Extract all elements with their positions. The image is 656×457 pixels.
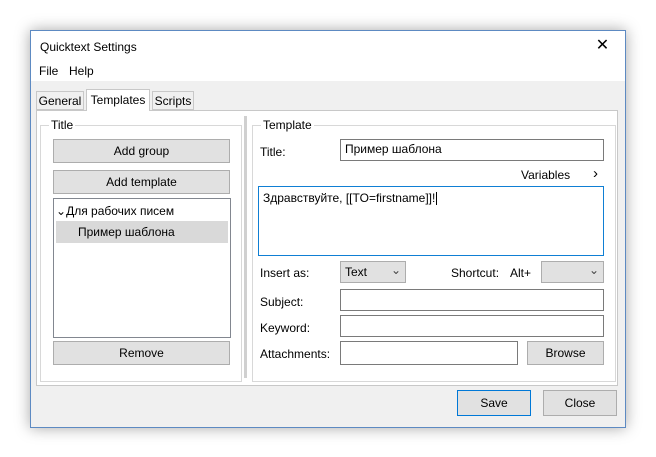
title-field-label: Title: — [260, 145, 286, 159]
tree-item-label: Пример шаблона — [78, 225, 175, 239]
close-window-icon[interactable]: ✕ — [580, 31, 625, 61]
attachments-label: Attachments: — [260, 347, 331, 361]
tree-group-row[interactable]: ⌄Для рабочих писем — [56, 204, 174, 218]
tree-group-label: Для рабочих писем — [66, 204, 175, 218]
chevron-down-icon: ⌄ — [588, 263, 599, 277]
keyword-label: Keyword: — [260, 321, 311, 335]
template-body-textarea[interactable]: Здравствуйте, [[TO=firstname]]! — [258, 186, 604, 256]
title-field[interactable]: Пример шаблона — [340, 139, 604, 161]
insert-as-value: Text — [345, 265, 368, 279]
chevron-down-icon[interactable]: ⌄ — [56, 204, 66, 218]
chevron-right-icon[interactable]: › — [593, 165, 598, 182]
add-template-button[interactable]: Add template — [53, 170, 230, 194]
close-button[interactable]: Close — [543, 390, 617, 416]
panel-splitter[interactable] — [244, 116, 247, 378]
chevron-down-icon: ⌄ — [390, 263, 401, 277]
browse-button[interactable]: Browse — [527, 341, 604, 365]
save-button[interactable]: Save — [457, 390, 531, 416]
tab-scripts[interactable]: Scripts — [152, 91, 194, 110]
keyword-field[interactable] — [340, 315, 604, 337]
insert-as-label: Insert as: — [260, 266, 310, 280]
window-title: Quicktext Settings — [40, 40, 137, 54]
variables-label[interactable]: Variables — [521, 168, 570, 182]
shortcut-label: Shortcut: — [451, 266, 500, 280]
subject-field[interactable] — [340, 289, 604, 311]
menu-help[interactable]: Help — [69, 64, 94, 78]
template-tree[interactable]: ⌄Для рабочих писем Пример шаблона — [53, 198, 231, 338]
menu-file[interactable]: File — [39, 64, 58, 78]
tab-templates[interactable]: Templates — [86, 89, 150, 111]
remove-button[interactable]: Remove — [53, 341, 230, 365]
insert-as-select[interactable]: Text ⌄ — [340, 261, 406, 283]
text-caret — [436, 192, 438, 206]
add-group-button[interactable]: Add group — [53, 139, 230, 163]
title-bar: Quicktext Settings ✕ — [31, 31, 625, 61]
tab-general[interactable]: General — [36, 91, 84, 110]
template-body-text: Здравствуйте, [[TO=firstname]]! — [263, 191, 436, 205]
shortcut-prefix: Alt+ — [510, 266, 532, 280]
template-group-legend: Template — [263, 118, 312, 132]
title-group-legend: Title — [51, 118, 74, 132]
menu-bar: File Help — [31, 61, 625, 81]
tree-item-selected[interactable]: Пример шаблона — [56, 221, 228, 243]
subject-label: Subject: — [260, 295, 304, 309]
shortcut-select[interactable]: ⌄ — [541, 261, 604, 283]
attachments-field[interactable] — [340, 341, 518, 365]
